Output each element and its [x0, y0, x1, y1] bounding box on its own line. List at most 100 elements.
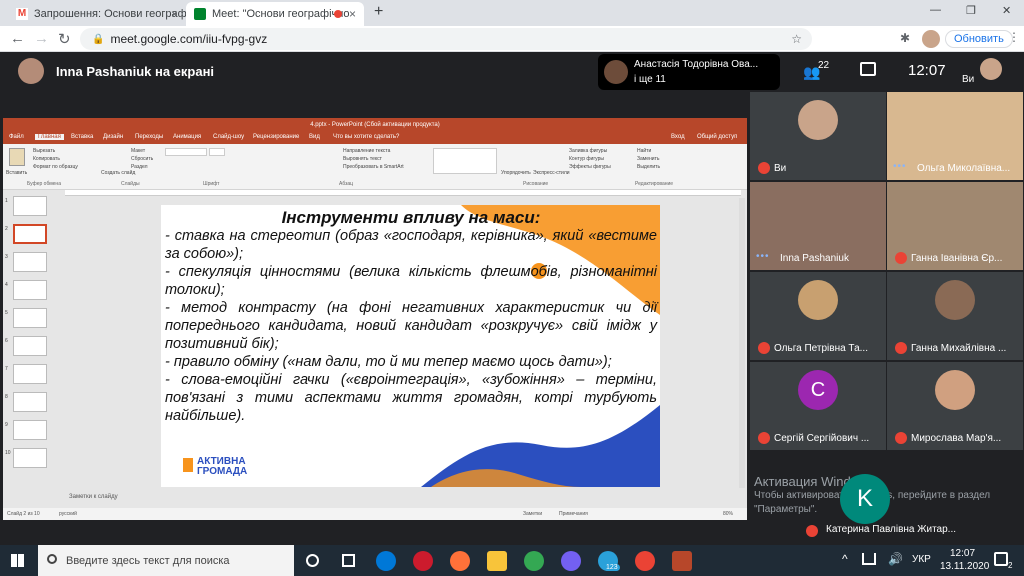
- paste-icon[interactable]: [9, 148, 25, 166]
- participant-tile[interactable]: Ганна Михайлівна ...: [887, 272, 1023, 360]
- task-view-icon[interactable]: [342, 554, 355, 567]
- ribbon-item[interactable]: Вырезать: [33, 148, 55, 154]
- update-button[interactable]: Обновить: [945, 30, 1013, 48]
- slide-thumb[interactable]: [13, 448, 47, 468]
- ribbon-item[interactable]: Заменить: [637, 156, 659, 162]
- ribbon-item[interactable]: Раздел: [131, 164, 148, 170]
- slide-thumb[interactable]: [13, 196, 47, 216]
- extensions-icon[interactable]: ✱: [900, 31, 910, 45]
- ppt-menu-item[interactable]: Файл: [9, 134, 24, 140]
- slide-thumb[interactable]: [13, 392, 47, 412]
- ribbon-item[interactable]: Копировать: [33, 156, 60, 162]
- profile-avatar[interactable]: [922, 30, 940, 48]
- viber-icon[interactable]: [561, 551, 581, 571]
- ppt-menu-item[interactable]: Вид: [309, 134, 320, 140]
- shapes-gallery[interactable]: [433, 148, 497, 174]
- close-tab-icon[interactable]: ×: [171, 7, 178, 21]
- ppt-menu-item[interactable]: Анимация: [173, 134, 201, 140]
- slide-thumb[interactable]: [13, 364, 47, 384]
- ribbon-item[interactable]: Направление текста: [343, 148, 390, 154]
- slide-thumb[interactable]: [13, 308, 47, 328]
- ribbon-item[interactable]: Упорядочить: [501, 170, 531, 176]
- participant-tile[interactable]: Ви: [750, 92, 886, 180]
- participant-tile[interactable]: Ганна Іванівна Єр...: [887, 182, 1023, 270]
- back-arrow-icon[interactable]: ←: [10, 30, 25, 47]
- ribbon-item[interactable]: Вставить: [6, 170, 27, 176]
- powerpoint-icon[interactable]: [672, 551, 692, 571]
- ribbon-item[interactable]: Контур фигуры: [569, 156, 604, 162]
- font-size-field[interactable]: [209, 148, 225, 156]
- comments-toggle[interactable]: Примечания: [559, 511, 588, 517]
- maximize-button[interactable]: ❐: [966, 4, 976, 17]
- close-tab-icon[interactable]: ×: [349, 7, 356, 21]
- participant-tile[interactable]: С Сергій Сергійович ...: [750, 362, 886, 450]
- url-input[interactable]: 🔒 meet.google.com/iiu-fvpg-gvz ☆: [80, 28, 812, 50]
- minimize-button[interactable]: —: [930, 4, 941, 16]
- participant-tile[interactable]: ••• Ольга Миколаївна...: [887, 92, 1023, 180]
- clock-time[interactable]: 12:07: [950, 548, 975, 559]
- ribbon-item[interactable]: Экспресс-стили: [533, 170, 570, 176]
- ppt-menu-item[interactable]: Рецензирование: [253, 134, 299, 140]
- ppt-tell-me[interactable]: Что вы хотите сделать?: [333, 134, 399, 140]
- clock-date[interactable]: 13.11.2020: [940, 561, 989, 572]
- notes-placeholder[interactable]: Заметки к слайду: [69, 494, 118, 500]
- ribbon-item[interactable]: Эффекты фигуры: [569, 164, 611, 170]
- close-window-button[interactable]: ✕: [1002, 4, 1011, 17]
- edge-icon[interactable]: [376, 551, 396, 571]
- firefox-icon[interactable]: [450, 551, 470, 571]
- keyboard-language[interactable]: УКР: [912, 554, 931, 565]
- slide-thumb[interactable]: [13, 224, 47, 244]
- file-explorer-icon[interactable]: [487, 551, 507, 571]
- ribbon-item[interactable]: Преобразовать в SmartArt: [343, 164, 404, 170]
- chat-icon[interactable]: [860, 62, 876, 76]
- slide-thumb[interactable]: [13, 336, 47, 356]
- forward-arrow-icon[interactable]: →: [34, 30, 49, 47]
- ribbon-item[interactable]: Найти: [637, 148, 651, 154]
- volume-icon[interactable]: 🔊: [888, 552, 903, 566]
- vertical-scrollbar[interactable]: [739, 198, 745, 488]
- participant-tile[interactable]: Мирослава Мар'я...: [887, 362, 1023, 450]
- ribbon-item[interactable]: Создать слайд: [101, 170, 135, 176]
- notes-toggle[interactable]: Заметки: [523, 511, 542, 517]
- taskbar-search-input[interactable]: Введите здесь текст для поиска: [38, 545, 294, 576]
- menu-icon[interactable]: ⋮: [1008, 30, 1020, 44]
- new-tab-button[interactable]: +: [374, 3, 383, 21]
- ppt-menu-item[interactable]: Дизайн: [103, 134, 123, 140]
- slide-thumb[interactable]: [13, 252, 47, 272]
- notification-icon[interactable]: [994, 552, 1008, 566]
- participant-tile[interactable]: ••• Inna Pashaniuk: [750, 182, 886, 270]
- meet-time: 12:07: [908, 62, 946, 79]
- ribbon-item[interactable]: Выровнять текст: [343, 156, 382, 162]
- chrome-icon[interactable]: [635, 551, 655, 571]
- font-name-field[interactable]: [165, 148, 207, 156]
- ppt-signin[interactable]: Вход: [671, 134, 685, 140]
- opera-icon[interactable]: [413, 551, 433, 571]
- active-speaker-card[interactable]: Анастасія Тодорівна Ова... і ще 11: [598, 54, 780, 90]
- ribbon-item[interactable]: Выделить: [637, 164, 660, 170]
- ribbon-item[interactable]: Заливка фигуры: [569, 148, 607, 154]
- slide-canvas[interactable]: Інструменти впливу на маси: - ставка на …: [161, 205, 660, 487]
- tab-meet[interactable]: Meet: "Основи географічно ×: [186, 2, 364, 26]
- zoom-level[interactable]: 80%: [723, 511, 733, 517]
- participant-tile[interactable]: K Катерина Павлівна Житар...: [796, 474, 996, 544]
- ppt-menu-item[interactable]: Слайд-шоу: [213, 134, 244, 140]
- ribbon-item[interactable]: Сбросить: [131, 156, 153, 162]
- ppt-menu-item[interactable]: Главная: [35, 134, 64, 140]
- participant-tile[interactable]: Ольга Петрівна Та...: [750, 272, 886, 360]
- ribbon-item[interactable]: Макет: [131, 148, 145, 154]
- ppt-share[interactable]: Общий доступ: [697, 134, 737, 140]
- self-avatar[interactable]: [980, 58, 1002, 80]
- ppt-menu-item[interactable]: Вставка: [71, 134, 93, 140]
- reload-icon[interactable]: ↻: [58, 30, 71, 48]
- network-icon[interactable]: [862, 553, 876, 565]
- slide-thumb[interactable]: [13, 280, 47, 300]
- bookmark-star-icon[interactable]: ☆: [791, 32, 802, 46]
- ribbon-item[interactable]: Формат по образцу: [33, 164, 78, 170]
- tray-chevron-icon[interactable]: ^: [842, 552, 848, 566]
- cortana-icon[interactable]: [306, 554, 319, 567]
- ppt-menu-item[interactable]: Переходы: [135, 134, 163, 140]
- chrome-icon[interactable]: [524, 551, 544, 571]
- tab-invitation[interactable]: M Запрошення: Основи географічн ×: [8, 2, 186, 26]
- slide-thumb[interactable]: [13, 420, 47, 440]
- windows-start-icon[interactable]: [11, 554, 24, 567]
